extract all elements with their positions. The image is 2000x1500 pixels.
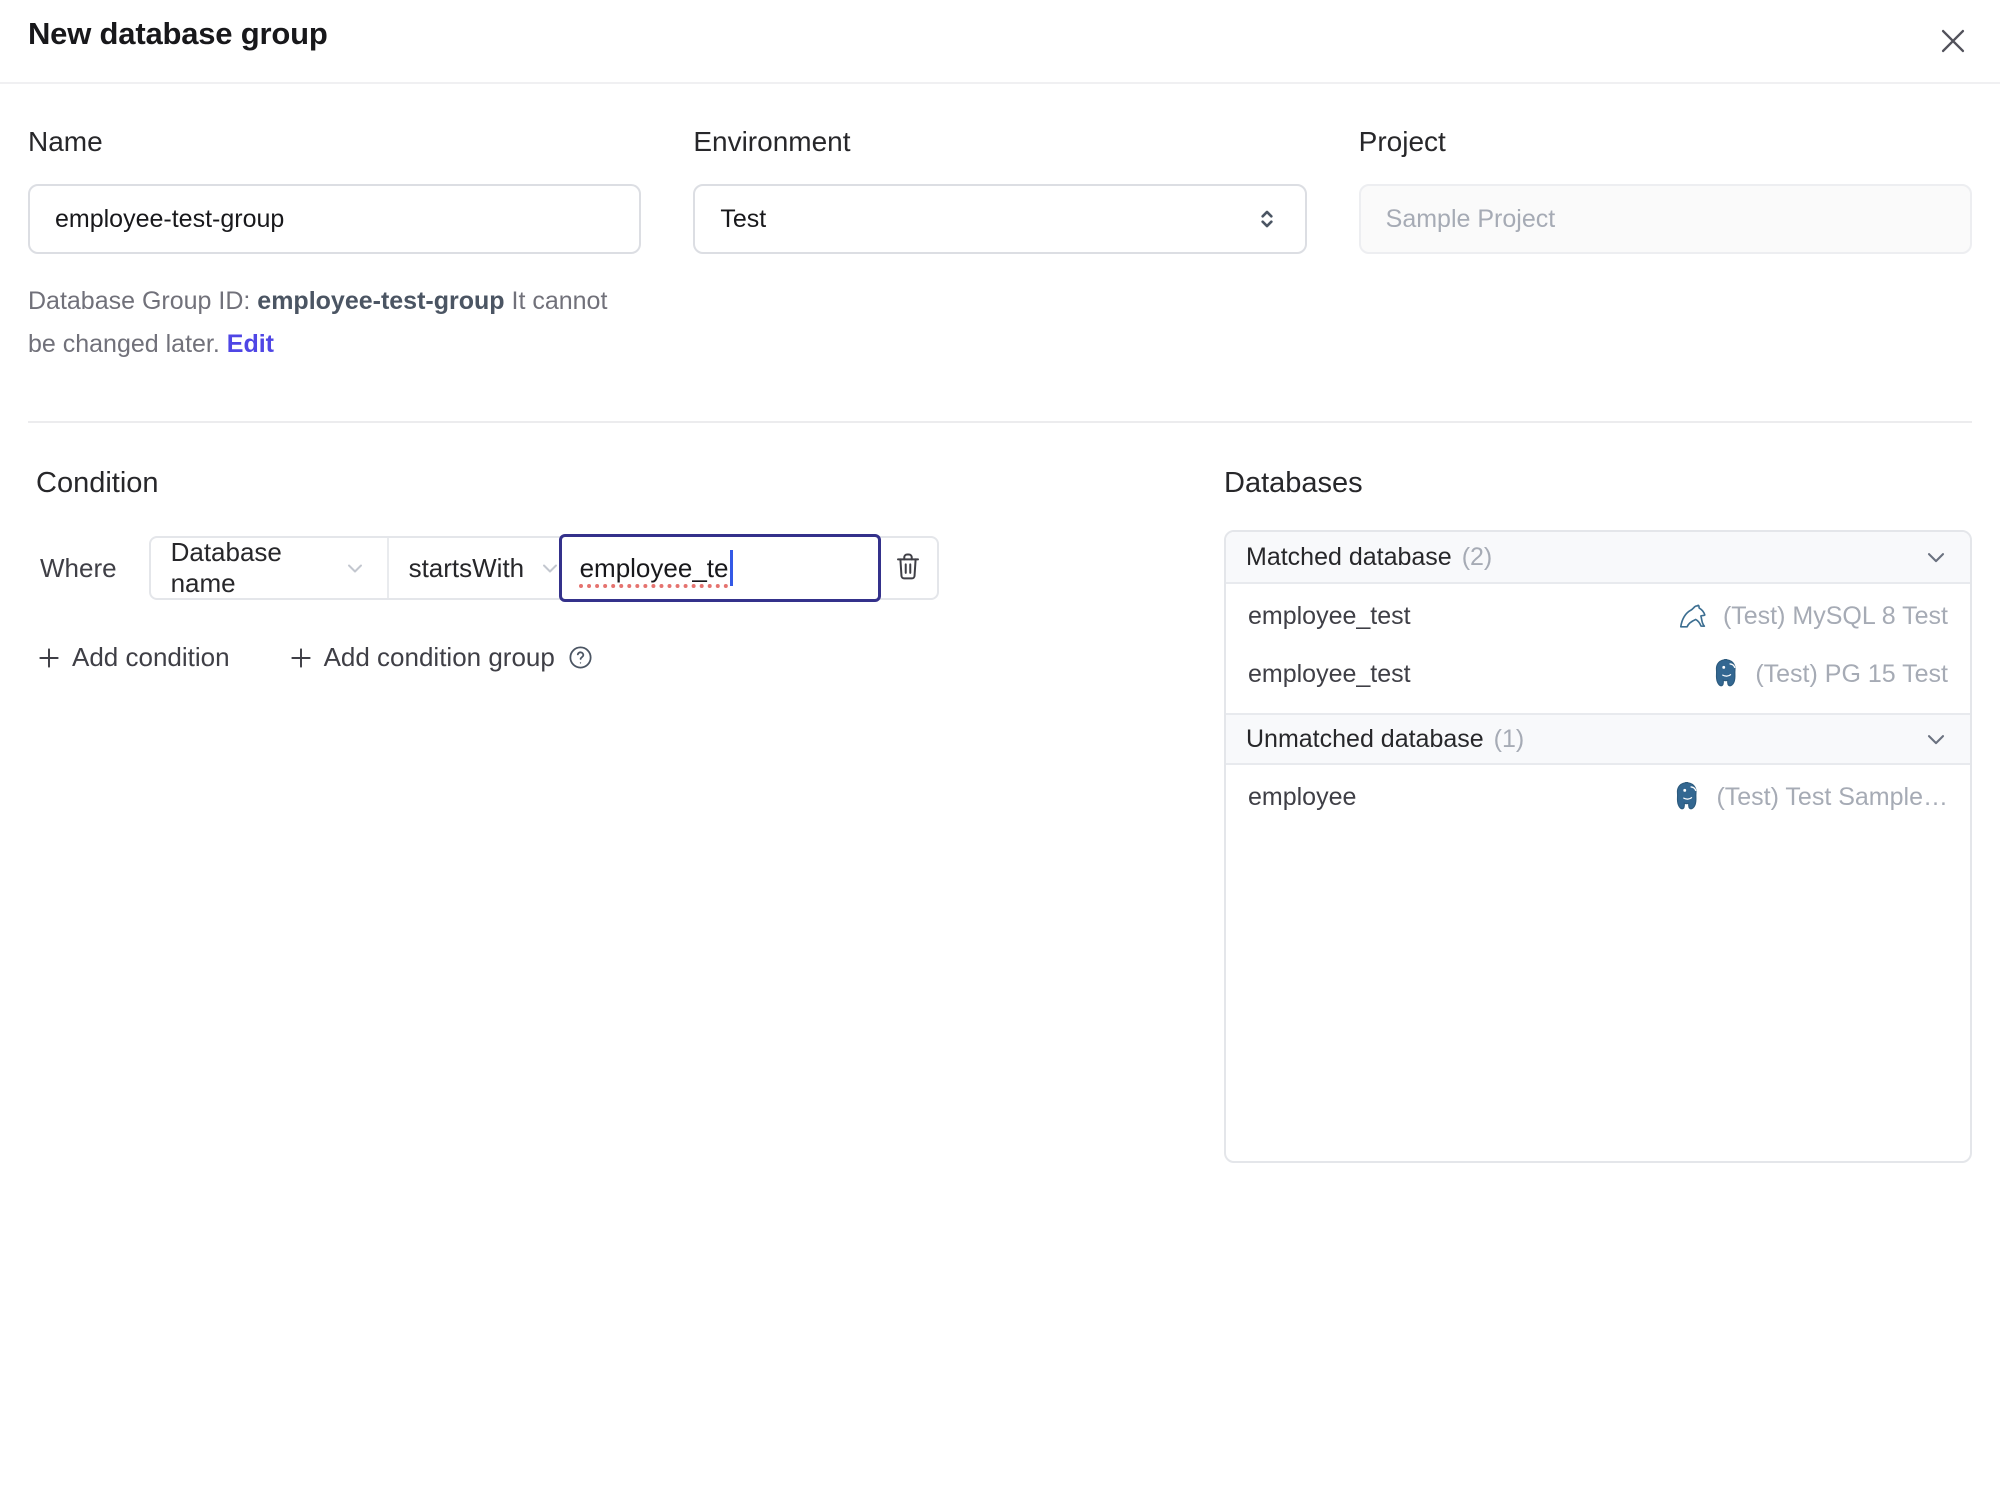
project-value: Sample Project (1385, 204, 1556, 233)
group-form: Name employee-test-group Database Group … (0, 84, 2000, 365)
database-instance: (Test) Test Sample… (1671, 780, 1948, 814)
project-field-block: Project Sample Project (1358, 126, 1972, 365)
condition-value-input[interactable]: employee_te (558, 534, 881, 602)
condition-actions: Add condition Add condition group (36, 642, 1164, 673)
x-icon (1936, 29, 1970, 62)
chevron-down-icon (1922, 543, 1950, 571)
name-label: Name (28, 126, 103, 157)
database-instance: (Test) PG 15 Test (1710, 657, 1948, 691)
condition-factor-select[interactable]: Database name (151, 537, 389, 598)
matched-database-rows: employee_test (Test) MySQL 8 Test employ… (1226, 584, 1970, 713)
condition-section: Condition Where Database name startsWith (28, 423, 1164, 673)
chevron-down-icon (1922, 725, 1950, 753)
condition-operator-value: startsWith (408, 552, 525, 583)
unmatched-database-header[interactable]: Unmatched database (1) (1226, 713, 1970, 765)
add-condition-label: Add condition (72, 642, 230, 672)
condition-value-text: employee_te (579, 552, 729, 583)
plus-icon (36, 645, 62, 671)
matched-database-title: Matched database (1246, 542, 1452, 571)
database-row: employee_test (Test) MySQL 8 Test (1226, 587, 1970, 645)
hint-prefix: Database Group ID: (28, 287, 258, 315)
hint-group-id: employee-test-group (257, 287, 505, 315)
text-cursor (730, 550, 734, 586)
condition-operator-select[interactable]: startsWith (389, 538, 561, 598)
postgres-icon (1671, 780, 1705, 814)
add-condition-button[interactable]: Add condition (36, 642, 230, 673)
up-down-chevron-icon (1254, 206, 1280, 232)
unmatched-database-count: (1) (1493, 724, 1525, 753)
condition-heading: Condition (36, 467, 159, 499)
environment-field-block: Environment Test (693, 126, 1307, 365)
condition-row: Where Database name startsWith employee_… (28, 534, 1164, 602)
databases-panel: Matched database (2) employee_test (Test… (1224, 530, 1972, 1163)
matched-database-header[interactable]: Matched database (2) (1226, 532, 1970, 584)
matched-database-count: (2) (1461, 542, 1493, 571)
trash-icon (892, 550, 924, 587)
environment-value: Test (720, 204, 767, 233)
unmatched-database-rows: employee (Test) Test Sample… (1226, 765, 1970, 836)
dialog-title: New database group (28, 16, 328, 51)
condition-expression-group: Database name startsWith employee_te (148, 534, 939, 602)
group-id-hint: Database Group ID: employee-test-group I… (28, 280, 641, 365)
environment-label: Environment (693, 126, 851, 157)
mysql-icon (1676, 598, 1712, 634)
database-instance-label: (Test) PG 15 Test (1755, 659, 1948, 688)
condition-factor-value: Database name (170, 537, 282, 598)
project-input: Sample Project (1358, 184, 1972, 254)
environment-select[interactable]: Test (693, 184, 1307, 254)
delete-condition-button[interactable] (879, 538, 937, 598)
name-input[interactable]: employee-test-group (28, 184, 642, 254)
databases-heading: Databases (1224, 467, 1363, 499)
name-field-block: Name employee-test-group Database Group … (28, 126, 642, 365)
databases-section: Databases Matched database (2) employee_… (1224, 423, 1972, 1163)
postgres-icon (1710, 657, 1744, 691)
plus-icon (288, 645, 314, 671)
add-condition-group-label: Add condition group (323, 642, 555, 672)
dialog-header: New database group (0, 0, 2000, 84)
database-instance: (Test) MySQL 8 Test (1676, 598, 1948, 634)
where-label: Where (40, 552, 117, 583)
unmatched-database-title: Unmatched database (1246, 724, 1484, 753)
database-row: employee (Test) Test Sample… (1226, 768, 1970, 826)
name-input-value: employee-test-group (55, 204, 285, 233)
database-instance-label: (Test) Test Sample… (1716, 782, 1948, 811)
database-instance-label: (Test) MySQL 8 Test (1722, 601, 1948, 630)
add-condition-group-button[interactable]: Add condition group (288, 642, 594, 673)
database-name: employee (1248, 782, 1357, 811)
database-name: employee_test (1248, 659, 1411, 688)
question-circle-icon[interactable] (567, 644, 594, 671)
database-name: employee_test (1248, 601, 1411, 630)
database-row: employee_test (Test) PG 15 Test (1226, 645, 1970, 703)
close-button[interactable] (1936, 24, 1970, 58)
edit-id-link[interactable]: Edit (227, 330, 274, 358)
chevron-down-icon (343, 556, 367, 580)
project-label: Project (1358, 126, 1446, 157)
